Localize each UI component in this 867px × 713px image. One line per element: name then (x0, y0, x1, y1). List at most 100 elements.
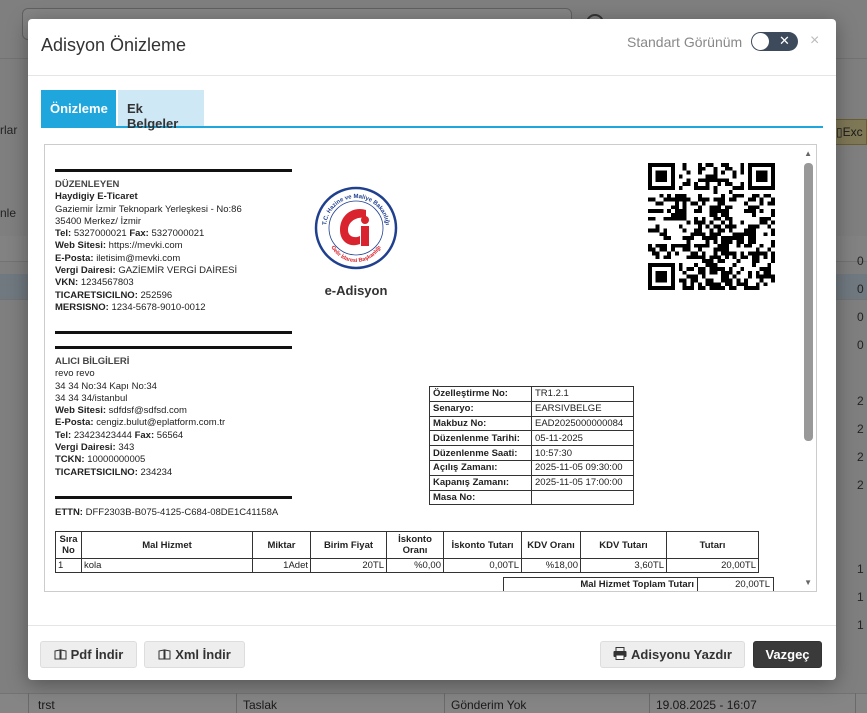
adisyon-preview-modal: Adisyon Önizleme Standart Görünüm ✕ × Ön… (28, 19, 836, 680)
ettn-value: DFF2303B-B075-4125-C684-08DE1C41158A (85, 507, 279, 518)
table-row: 1 kola 1Adet 20TL %0,00 0,00TL %18,00 3,… (55, 558, 759, 573)
tab-ek-belgeler[interactable]: Ek Belgeler (118, 90, 204, 131)
buyer-block: ALICI BİLGİLERİ revo revo 34 34 No:34 Ka… (55, 356, 225, 479)
buyer-trade-reg: 234234 (140, 466, 173, 478)
buyer-tax-office: 343 (118, 442, 135, 454)
scroll-up-icon[interactable]: ▲ (804, 149, 812, 158)
pdf-download-button[interactable]: Pdf İndir (40, 641, 137, 668)
tckn-label: TCKN: (55, 454, 85, 466)
buyer-address-1: 34 34 No:34 Kapı No:34 (55, 380, 157, 392)
buyer-address-2: 34 34 34/istanbul (55, 392, 128, 404)
issuer-block: DÜZENLEYEN Haydigiy E-Ticaret Gaziemir İ… (55, 179, 242, 314)
col-header: Miktar (252, 531, 311, 559)
col-header: Birim Fiyat (310, 531, 387, 559)
email-label: E-Posta: (55, 417, 94, 429)
item-name: kola (81, 558, 253, 573)
website-label: Web Sitesi: (55, 405, 107, 417)
item-vat-rate: %18,00 (521, 558, 581, 573)
info-label: Düzenlenme Tarihi: (429, 430, 532, 447)
vkn-label: VKN: (55, 277, 79, 289)
book-open-icon (54, 648, 67, 663)
buyer-fax: 56564 (156, 429, 184, 441)
info-label: Düzenlenme Saati: (429, 445, 532, 461)
view-toggle-label: Standart Görünüm (627, 34, 743, 50)
table-row: Mal Hizmet Toplam Tutarı 20,00TL (503, 577, 774, 591)
tab-bar: Önizleme Ek Belgeler (41, 90, 823, 131)
issuer-address-2: 35400 Merkez/ İzmir (55, 215, 142, 227)
email-label: E-Posta: (55, 252, 94, 264)
adisyon-document: DÜZENLEYEN Haydigiy E-Ticaret Gaziemir İ… (45, 145, 802, 591)
close-icon[interactable]: × (810, 32, 819, 50)
buyer-website: sdfdsf@sdfsd.com (108, 405, 187, 417)
info-label: Makbuz No: (429, 415, 532, 432)
fax-label: Fax: (129, 228, 149, 240)
modal-header: Adisyon Önizleme Standart Görünüm ✕ × (28, 19, 836, 76)
qr-code (648, 163, 775, 290)
info-row: Makbuz No: EAD2025000000084 (429, 415, 634, 432)
issuer-trade-reg: 252596 (140, 289, 173, 301)
total-value: 20,00TL (697, 577, 774, 591)
item-discount-rate: %0,00 (386, 558, 444, 573)
website-label: Web Sitesi: (55, 240, 107, 252)
tel-label: Tel: (55, 429, 72, 441)
info-row: Açılış Zamanı: 2025-11-05 09:30:00 (429, 459, 634, 476)
fax-label: Fax: (134, 429, 155, 441)
pdf-download-label: Pdf İndir (70, 647, 124, 663)
total-label: Mal Hizmet Toplam Tutarı (503, 577, 698, 591)
issuer-address-1: Gaziemir İzmir Teknopark Yerleşkesi - No… (55, 203, 242, 215)
item-vat-amount: 3,60TL (580, 558, 667, 573)
info-row: Özelleştirme No: TR1.2.1 (429, 386, 634, 402)
info-value: EARSIVBELGE (531, 400, 634, 417)
info-label: Açılış Zamanı: (429, 459, 532, 476)
tax-office-label: Vergi Dairesi: (55, 265, 116, 277)
xml-download-button[interactable]: Xml İndir (144, 641, 245, 668)
item-discount-amount: 0,00TL (443, 558, 522, 573)
info-value: 10:57:30 (531, 445, 634, 461)
col-header: Sıra No (55, 531, 82, 559)
info-value (531, 489, 634, 506)
issuer-mersis: 1234-5678-9010-0012 (111, 301, 206, 313)
tab-onizleme[interactable]: Önizleme (41, 90, 116, 126)
scrollbar-thumb[interactable] (804, 163, 813, 441)
trade-reg-label: TICARETSICILNO: (55, 289, 138, 301)
info-label: Kapanış Zamanı: (429, 474, 532, 491)
info-label: Masa No: (429, 489, 532, 506)
cancel-button[interactable]: Vazgeç (753, 641, 822, 668)
mersis-label: MERSISNO: (55, 301, 109, 313)
scroll-down-icon[interactable]: ▼ (804, 578, 812, 587)
item-qty: 1Adet (252, 558, 311, 573)
print-adisyon-button[interactable]: Adisyonu Yazdır (600, 641, 745, 668)
info-row: Kapanış Zamanı: 2025-11-05 17:00:00 (429, 474, 634, 491)
item-unit-price: 20TL (310, 558, 387, 573)
scrollbar[interactable]: ▲ ▼ (800, 145, 816, 591)
issuer-fax: 5327000021 (151, 228, 205, 240)
printer-icon (613, 646, 627, 663)
info-value: 05-11-2025 (531, 430, 634, 447)
document-preview-frame[interactable]: DÜZENLEYEN Haydigiy E-Ticaret Gaziemir İ… (44, 144, 817, 592)
buyer-tckn: 10000000005 (87, 454, 146, 466)
document-info-table: Özelleştirme No: TR1.2.1 Senaryo: EARSIVBEL… (429, 386, 634, 506)
col-header: KDV Tutarı (580, 531, 667, 559)
logo-caption: e-Adisyon (324, 283, 388, 298)
ettn-label: ETTN: (55, 507, 83, 518)
ettn-line: ETTN: DFF2303B-B075-4125-C684-08DE1C4115… (55, 507, 278, 518)
col-header: Tutarı (666, 531, 759, 559)
info-label: Senaryo: (429, 400, 532, 417)
tax-office-label: Vergi Dairesi: (55, 442, 116, 454)
info-row: Düzenlenme Tarihi: 05-11-2025 (429, 430, 634, 447)
buyer-title: ALICI BİLGİLERİ (55, 356, 130, 367)
toggle-knob (752, 33, 769, 50)
items-table: Sıra No Mal Hizmet Miktar Birim Fiyat İs… (55, 531, 759, 573)
info-row: Senaryo: EARSIVBELGE (429, 400, 634, 417)
print-adisyon-label: Adisyonu Yazdır (631, 647, 732, 663)
col-header: İskonto Tutarı (443, 531, 522, 559)
divider (55, 331, 292, 334)
standard-view-toggle[interactable]: ✕ (751, 32, 798, 51)
info-row: Düzenlenme Saati: 10:57:30 (429, 445, 634, 461)
tel-label: Tel: (55, 228, 72, 240)
issuer-email: iletisim@mevki.com (96, 252, 181, 264)
col-header: Mal Hizmet (81, 531, 253, 559)
item-no: 1 (55, 558, 82, 573)
modal-title: Adisyon Önizleme (41, 35, 187, 55)
info-label: Özelleştirme No: (429, 386, 532, 402)
